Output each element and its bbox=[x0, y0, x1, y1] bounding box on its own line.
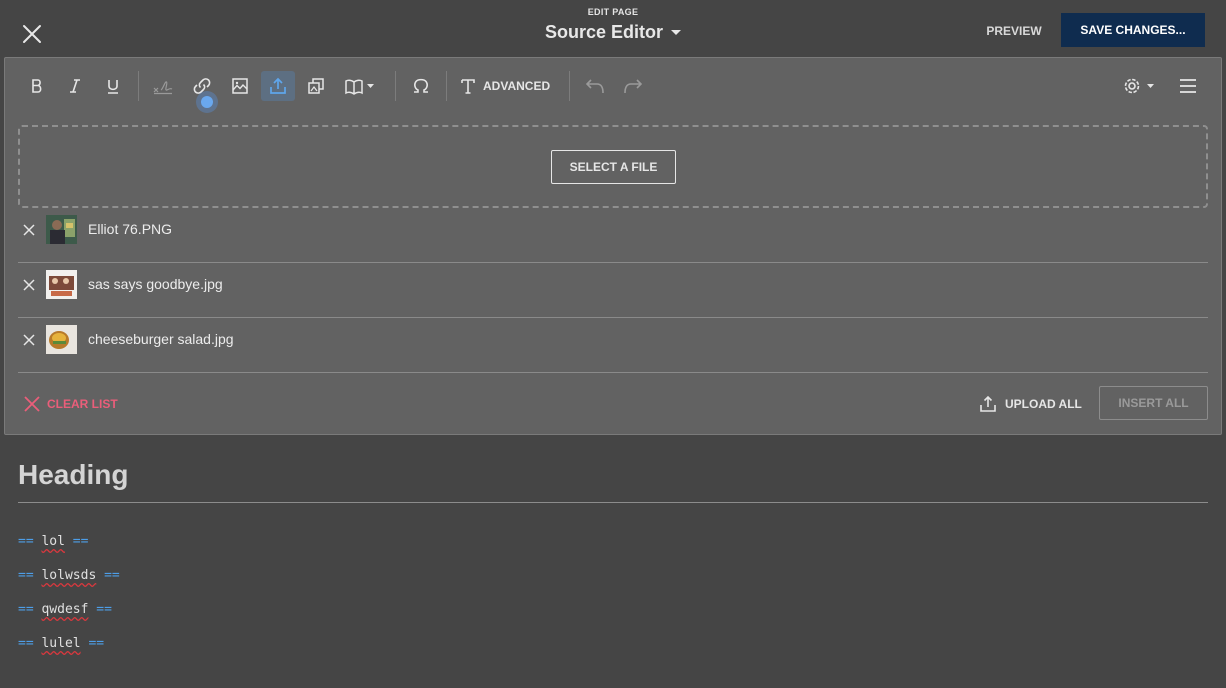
page-title: Source Editor bbox=[544, 22, 664, 42]
file-row: cheeseburger salad.jpg bbox=[18, 318, 1208, 373]
file-thumbnail bbox=[46, 270, 77, 299]
toolbar-divider bbox=[138, 71, 139, 101]
redo-icon[interactable] bbox=[616, 71, 650, 101]
text-icon bbox=[461, 79, 475, 94]
upload-icon[interactable] bbox=[261, 71, 295, 101]
section-line[interactable]: == lol == bbox=[18, 534, 88, 549]
clear-list-button[interactable]: CLEAR LIST bbox=[23, 395, 118, 413]
file-row: Elliot 76.PNG bbox=[18, 208, 1208, 263]
upload-all-button[interactable]: UPLOAD ALL bbox=[979, 395, 1082, 413]
toolbar-divider bbox=[395, 71, 396, 101]
section-line[interactable]: == lolwsds == bbox=[18, 568, 120, 583]
section-title: qwdesf bbox=[41, 602, 89, 617]
image-icon[interactable] bbox=[223, 71, 257, 101]
file-name: cheeseburger salad.jpg bbox=[88, 331, 234, 347]
omega-icon[interactable] bbox=[404, 71, 438, 101]
cursor-indicator bbox=[196, 91, 218, 113]
section-line[interactable]: == qwdesf == bbox=[18, 602, 112, 617]
editor-panel: ADVANCED SELECT A FILE Elliot 76.PNG sas… bbox=[4, 57, 1222, 435]
undo-icon[interactable] bbox=[578, 71, 612, 101]
section-title: lolwsds bbox=[41, 568, 97, 583]
file-thumbnail bbox=[46, 215, 77, 244]
book-dropdown[interactable] bbox=[337, 71, 383, 101]
top-bar: EDIT PAGE Source Editor PREVIEW SAVE CHA… bbox=[0, 0, 1226, 57]
insert-all-button: INSERT ALL bbox=[1099, 386, 1208, 420]
content-heading: Heading bbox=[18, 459, 129, 490]
file-dropzone[interactable]: SELECT A FILE bbox=[18, 125, 1208, 208]
save-changes-button[interactable]: SAVE CHANGES... bbox=[1061, 13, 1205, 47]
file-thumbnail bbox=[46, 325, 77, 354]
clear-list-label: CLEAR LIST bbox=[47, 397, 118, 411]
select-file-button[interactable]: SELECT A FILE bbox=[551, 150, 676, 184]
upload-all-label: UPLOAD ALL bbox=[1005, 397, 1082, 411]
advanced-label: ADVANCED bbox=[483, 79, 551, 93]
gear-icon bbox=[1124, 78, 1154, 94]
heading-divider bbox=[18, 502, 1208, 503]
remove-file-icon[interactable] bbox=[21, 222, 37, 238]
signature-icon[interactable] bbox=[146, 71, 180, 101]
toolbar-divider bbox=[446, 71, 447, 101]
underline-icon[interactable] bbox=[96, 71, 130, 101]
remove-file-icon[interactable] bbox=[21, 332, 37, 348]
file-name: sas says goodbye.jpg bbox=[88, 276, 223, 292]
settings-dropdown[interactable] bbox=[1118, 71, 1160, 101]
chevron-down-icon bbox=[671, 29, 682, 35]
gallery-icon[interactable] bbox=[299, 71, 333, 101]
section-title: lulel bbox=[41, 636, 81, 651]
upload-icon bbox=[980, 395, 996, 412]
toolbar: ADVANCED bbox=[5, 58, 1221, 116]
menu-icon[interactable] bbox=[1171, 71, 1205, 101]
close-icon bbox=[24, 396, 40, 412]
italic-icon[interactable] bbox=[58, 71, 92, 101]
edit-page-label: EDIT PAGE bbox=[587, 7, 639, 17]
advanced-button[interactable]: ADVANCED bbox=[459, 71, 550, 101]
preview-button[interactable]: PREVIEW bbox=[976, 20, 1052, 42]
file-row: sas says goodbye.jpg bbox=[18, 263, 1208, 318]
section-line[interactable]: == lulel == bbox=[18, 636, 104, 651]
section-title: lol bbox=[41, 534, 65, 549]
bold-icon[interactable] bbox=[20, 71, 54, 101]
remove-file-icon[interactable] bbox=[21, 277, 37, 293]
file-name: Elliot 76.PNG bbox=[88, 221, 173, 237]
toolbar-divider bbox=[569, 71, 570, 101]
